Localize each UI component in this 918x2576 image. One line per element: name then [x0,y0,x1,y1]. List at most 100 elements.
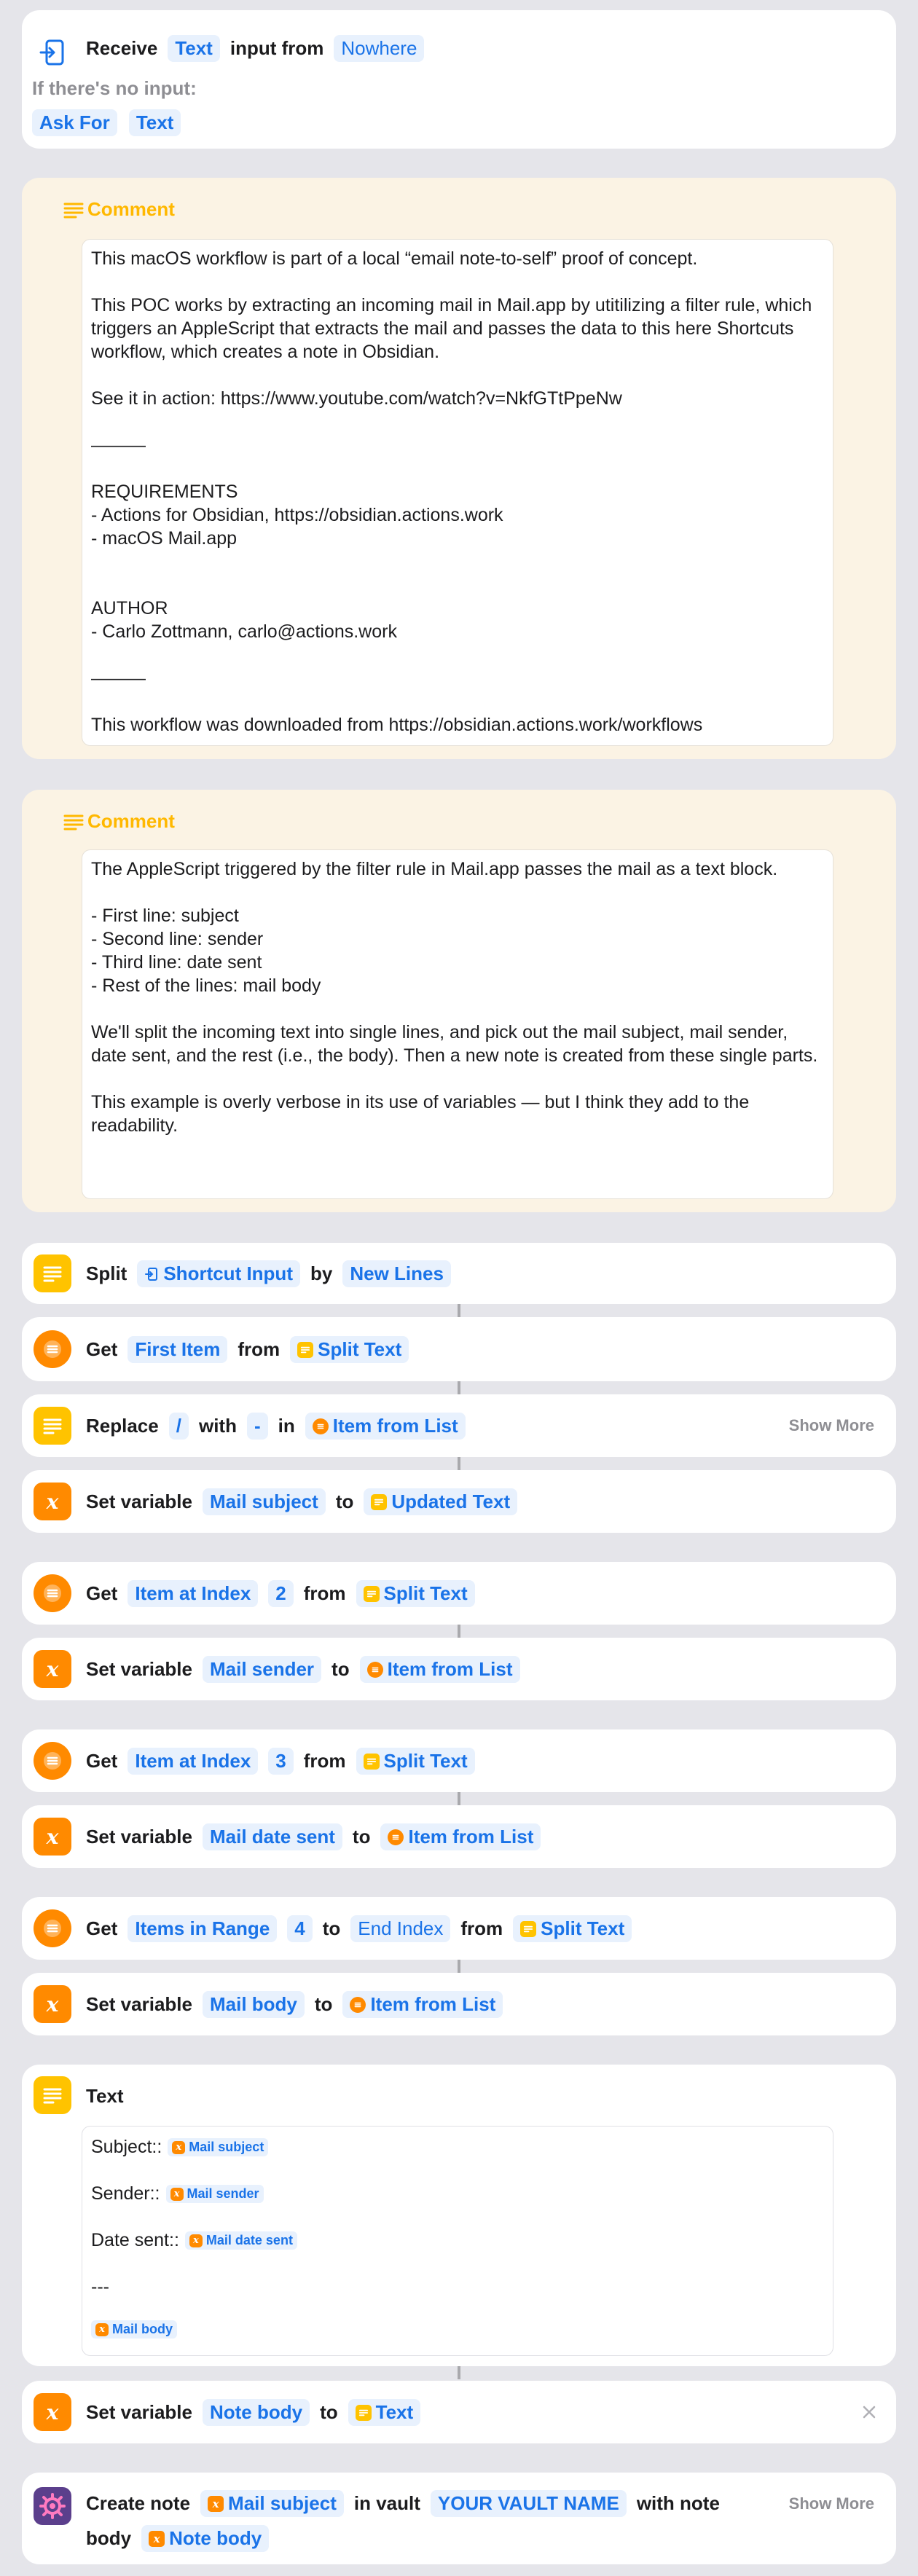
index-token[interactable]: 2 [268,1580,294,1607]
source-token[interactable]: Item from List [305,1413,466,1440]
note-title-token[interactable]: x Mail subject [200,2490,344,2517]
list-icon [312,1418,329,1434]
index-token[interactable]: 3 [268,1748,294,1775]
token-label: Item from List [387,1658,513,1680]
comment-text-box[interactable]: The AppleScript triggered by the filter … [82,849,833,1199]
set-variable-action[interactable]: x Set variable Mail body to Item from Li… [22,1973,896,2035]
variable-name-token[interactable]: Mail subject [202,1488,326,1515]
token-label: Mail date sent [205,2233,293,2247]
ask-for-token[interactable]: Ask For [32,109,117,136]
item-selector-token[interactable]: Item at Index [128,1580,259,1607]
source-token[interactable]: Split Text [356,1580,475,1607]
variable-name-token[interactable]: Mail body [202,1991,305,2018]
text-action[interactable]: Text Subject:: x Mail subject Sender:: x Mai… [22,2065,896,2366]
comment-text-box[interactable]: This macOS workflow is part of a local “… [82,239,833,746]
date-label: Date sent:: [91,2230,179,2250]
source-token[interactable]: Split Text [356,1748,475,1775]
receive-row: Receive Text input from Nowhere [86,35,896,62]
source-token[interactable]: Split Text [513,1915,632,1942]
token-label: Split Text [383,1750,468,1772]
show-more-button[interactable]: Show More [789,1416,874,1435]
replace-text-action[interactable]: Replace / with - in Item from List Show … [22,1394,896,1457]
comment-card-1: Comment This macOS workflow is part of a… [22,178,896,759]
get-items-range-action[interactable]: Get Items in Range 4 to End Index from S… [22,1897,896,1960]
action-label: from [303,1750,346,1772]
connector [458,1304,460,1317]
source-token[interactable]: Split Text [290,1336,409,1363]
action-label: Set variable [86,1993,192,2015]
action-label: with note [636,2492,720,2514]
action-label: from [460,1917,503,1939]
vault-token[interactable]: YOUR VAULT NAME [430,2490,627,2517]
comment-text: This macOS workflow is part of a local “… [91,248,812,735]
start-index-token[interactable]: 4 [287,1915,313,1942]
variable-name-token[interactable]: Note body [202,2399,310,2426]
variable-token[interactable]: x Mail subject [168,2138,269,2156]
connector [458,2366,460,2379]
token-label: Mail body [112,2322,173,2336]
create-note-action[interactable]: Create note x Mail subject in vault YOUR … [22,2473,896,2564]
text-lines-icon [34,2076,71,2114]
value-token[interactable]: Text [348,2399,421,2426]
input-type-token[interactable]: Text [168,35,220,62]
variable-token[interactable]: x Mail date sent [184,2231,297,2250]
set-variable-action[interactable]: x Set variable Note body to Text [22,2381,896,2443]
get-item-action[interactable]: Get First Item from Split Text [22,1317,896,1381]
end-index-token[interactable]: End Index [350,1915,451,1942]
input-token[interactable]: Shortcut Input [137,1260,300,1287]
token-label: Updated Text [391,1491,511,1512]
token-label: Mail sender [187,2186,259,2201]
action-label: in [278,1415,295,1437]
close-icon[interactable] [860,2403,879,2422]
variable-token[interactable]: x Mail sender [165,2185,264,2203]
token-label: Item from List [408,1826,534,1847]
list-icon [366,1661,383,1678]
variable-name-token[interactable]: Mail sender [202,1656,322,1683]
get-item-action[interactable]: Get Item at Index 2 from Split Text [22,1562,896,1625]
action-label: Create note [86,2492,191,2514]
set-variable-action[interactable]: x Set variable Mail subject to Updated T… [22,1470,896,1533]
find-token[interactable]: / [168,1413,189,1440]
replace-token[interactable]: - [246,1413,268,1440]
text-lines-icon [371,1493,388,1510]
value-token[interactable]: Item from List [380,1823,541,1850]
show-more-button[interactable]: Show More [789,2494,874,2513]
input-source-token[interactable]: Nowhere [334,35,425,62]
value-token[interactable]: Updated Text [364,1488,518,1515]
text-lines-icon [363,1753,380,1770]
list-icon [34,1574,71,1612]
connector [458,1625,460,1638]
value-token[interactable]: Item from List [359,1656,520,1683]
action-label: Split [86,1263,128,1284]
receive-input-card: Receive Text input from Nowhere If there… [22,10,896,149]
subject-label: Subject:: [91,2137,162,2157]
connector [458,1457,460,1470]
set-variable-action[interactable]: x Set variable Mail sender to Item from … [22,1638,896,1700]
item-selector-token[interactable]: Items in Range [128,1915,278,1942]
note-body-token[interactable]: x Note body [141,2525,270,2552]
variable-icon: x [34,1483,71,1520]
action-label: Set variable [86,1826,192,1847]
comment-icon [63,814,84,830]
connector [458,1960,460,1973]
text-content-box[interactable]: Subject:: x Mail subject Sender:: x Mail sen… [82,2126,833,2356]
token-label: Split Text [541,1917,625,1939]
no-input-label: If there's no input: [32,77,197,99]
get-item-action[interactable]: Get Item at Index 3 from Split Text [22,1729,896,1792]
action-label: Get [86,1338,118,1360]
separator-token[interactable]: New Lines [342,1260,451,1287]
variable-token[interactable]: x Mail body [91,2320,178,2339]
variable-icon: x [34,2393,71,2431]
split-text-action[interactable]: Split Shortcut Input by New Lines [22,1243,896,1304]
item-selector-token[interactable]: Item at Index [128,1748,259,1775]
ask-type-token[interactable]: Text [128,109,181,136]
token-label: Note body [169,2527,262,2549]
connector [458,1381,460,1394]
value-token[interactable]: Item from List [342,1991,503,2018]
item-selector-token[interactable]: First Item [128,1336,228,1363]
set-variable-action[interactable]: x Set variable Mail date sent to Item fr… [22,1805,896,1868]
variable-icon: x [172,2140,186,2154]
action-label: Replace [86,1415,159,1437]
variable-name-token[interactable]: Mail date sent [202,1823,342,1850]
action-label: with [198,1415,237,1437]
